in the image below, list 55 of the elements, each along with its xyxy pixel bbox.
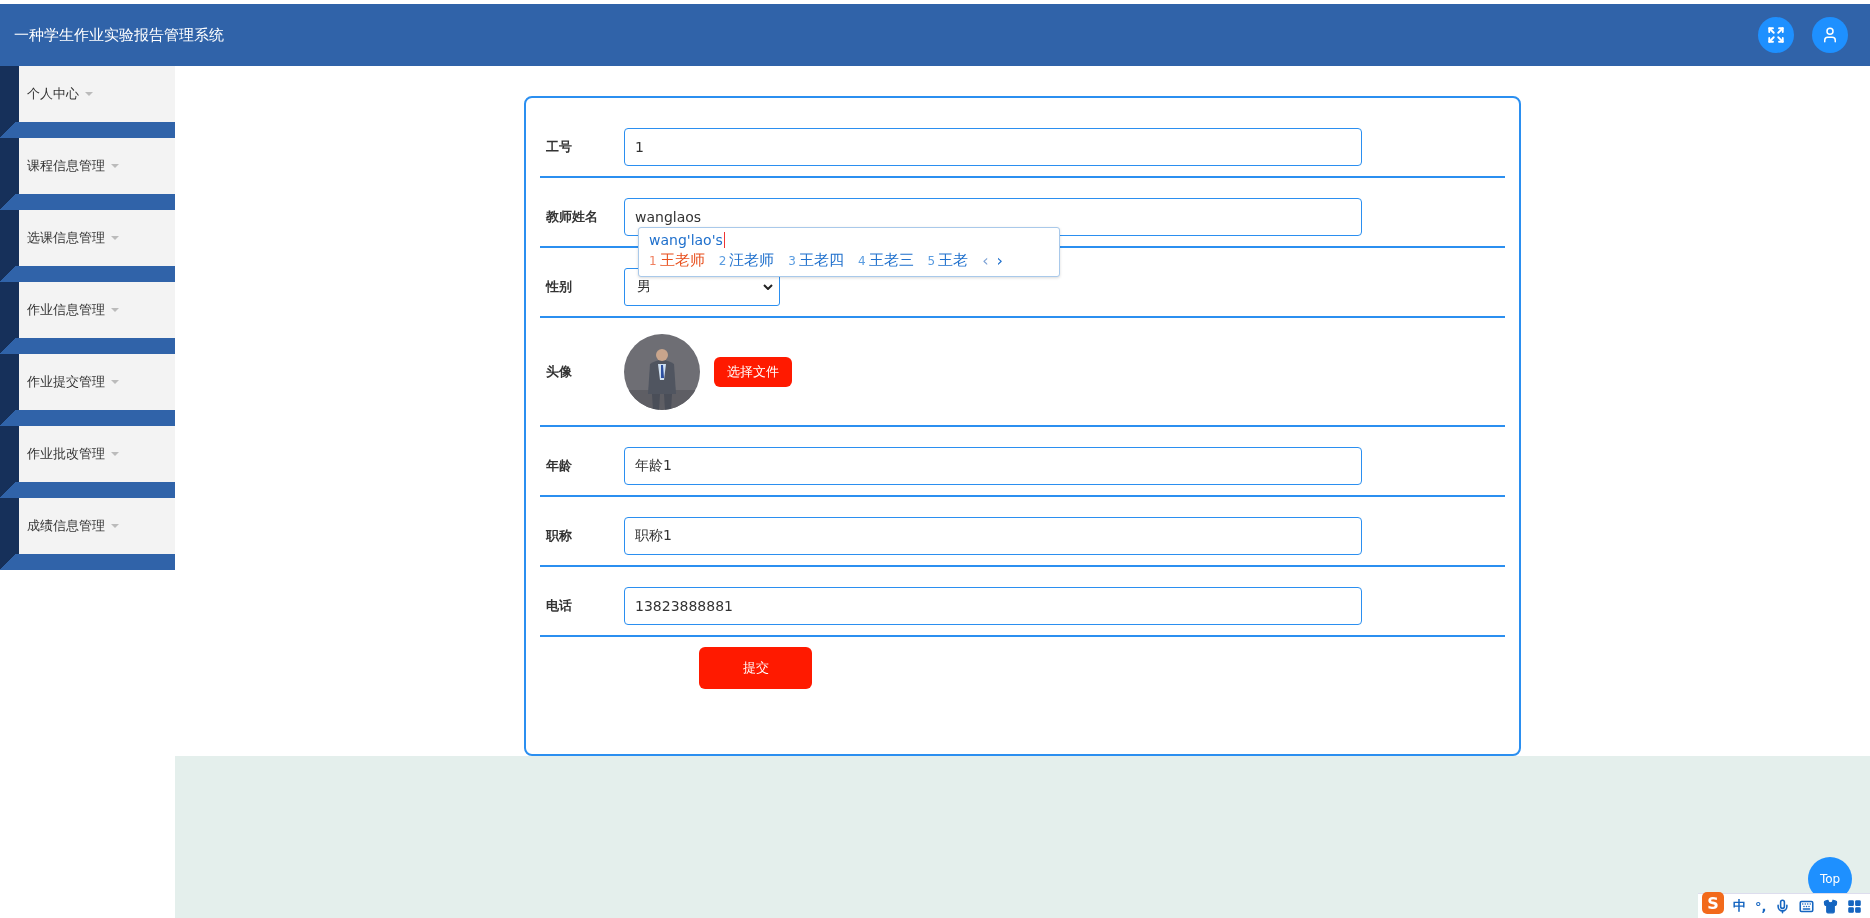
text-field[interactable]: 年龄1 [624, 447, 1362, 485]
sidebar-item[interactable]: 课程信息管理 [19, 138, 175, 194]
user-icon [1821, 26, 1839, 44]
submit-button[interactable]: 提交 [699, 647, 812, 689]
field-label: 教师姓名 [546, 208, 599, 226]
sidebar-edge [0, 282, 19, 338]
field-label: 职称 [546, 527, 573, 545]
caret-icon [111, 380, 119, 384]
fullscreen-button[interactable] [1758, 17, 1794, 53]
chevron-icon [763, 284, 773, 290]
caret-icon [111, 308, 119, 312]
sidebar-edge [0, 66, 19, 122]
choose-file-button[interactable]: 选择文件 [714, 356, 792, 387]
punctuation-button[interactable]: °, [1755, 898, 1767, 914]
text-field[interactable]: 职称1 [624, 517, 1362, 555]
field-label: 年龄 [546, 457, 573, 475]
ime-logo: S [1702, 892, 1724, 914]
grid-icon[interactable] [1847, 898, 1863, 914]
ime-candidate[interactable]: 4 王老三 [857, 251, 914, 270]
sidebar-item[interactable]: 个人中心 [19, 66, 175, 122]
shirt-icon[interactable] [1823, 898, 1839, 914]
gender-select[interactable]: 男 [624, 268, 780, 306]
microphone-icon[interactable] [1775, 898, 1791, 914]
caret-icon [85, 92, 93, 96]
language-mode-button[interactable]: 中 [1733, 897, 1746, 915]
keyboard-icon[interactable] [1799, 898, 1815, 914]
app-title: 一种学生作业实验报告管理系统 [14, 25, 225, 45]
sidebar-edge [0, 138, 19, 194]
field-label: 性别 [546, 278, 573, 296]
field-label: 电话 [546, 597, 573, 615]
sidebar-item[interactable]: 作业信息管理 [19, 282, 175, 338]
sidebar-edge [0, 354, 19, 410]
caret-icon [111, 524, 119, 528]
caret-icon [111, 164, 119, 168]
sidebar-item[interactable]: 作业批改管理 [19, 426, 175, 482]
field-label: 头像 [546, 362, 573, 381]
caret-icon [111, 452, 119, 456]
ime-candidate[interactable]: 2 汪老师 [718, 251, 775, 270]
expand-icon [1767, 26, 1785, 44]
user-button[interactable] [1812, 17, 1848, 53]
ime-candidate[interactable]: 3 王老四 [788, 251, 844, 270]
sidebar-edge [0, 426, 19, 482]
sidebar-edge [0, 498, 19, 554]
next-page-button[interactable]: › [996, 251, 1003, 270]
sidebar-item[interactable]: 成绩信息管理 [19, 498, 175, 554]
sidebar-edge [0, 210, 19, 266]
caret-icon [111, 236, 119, 240]
sidebar-item[interactable]: 作业提交管理 [19, 354, 175, 410]
text-field[interactable]: 1 [624, 128, 1362, 166]
ime-candidate[interactable]: 1 王老师 [649, 251, 705, 270]
ime-candidate[interactable]: 5 王老 [927, 251, 969, 270]
field-label: 工号 [546, 138, 573, 156]
text-field[interactable]: 13823888881 [624, 587, 1362, 625]
ime-composition: wang'lao's [649, 232, 725, 248]
sidebar-item[interactable]: 选课信息管理 [19, 210, 175, 266]
